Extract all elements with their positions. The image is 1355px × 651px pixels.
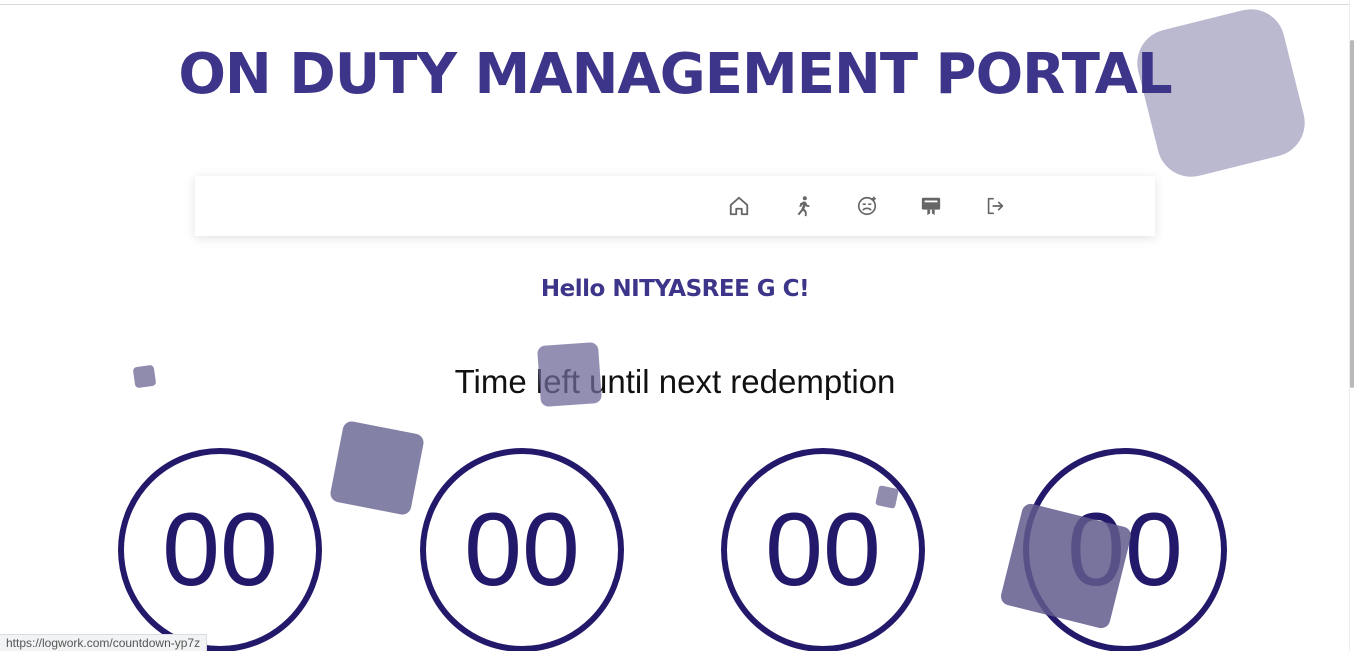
countdown-value: 00 xyxy=(162,492,278,608)
certificate-icon xyxy=(921,197,941,216)
decorative-square xyxy=(132,364,157,389)
nav-logout[interactable] xyxy=(981,192,1009,220)
countdown-days: 00 xyxy=(118,448,322,651)
scrollbar-thumb[interactable] xyxy=(1350,40,1354,388)
status-bar-url: https://logwork.com/countdown-yp7z xyxy=(0,634,208,651)
logout-icon xyxy=(987,197,1004,215)
nav-icons xyxy=(725,192,1009,220)
nav-home[interactable] xyxy=(725,192,753,220)
top-divider xyxy=(0,4,1350,5)
navbar xyxy=(195,176,1155,236)
nav-on-duty[interactable] xyxy=(789,192,817,220)
decorative-square xyxy=(328,419,426,517)
countdown-value: 00 xyxy=(765,492,881,608)
countdown-label: Time left until next redemption xyxy=(454,363,896,400)
home-icon xyxy=(729,196,749,216)
greeting: Hello NITYASREE G C! xyxy=(540,276,810,302)
nav-leave[interactable] xyxy=(853,192,881,220)
nav-certificate[interactable] xyxy=(917,192,945,220)
countdown-hours: 00 xyxy=(420,448,624,651)
page: ON DUTY MANAGEMENT PORTAL Hello NITYASRE… xyxy=(0,0,1355,651)
decorative-square xyxy=(536,341,603,408)
decorative-square xyxy=(875,485,899,509)
running-person-icon xyxy=(797,196,810,217)
countdown-value: 00 xyxy=(464,492,580,608)
countdown-minutes: 00 xyxy=(721,448,925,651)
page-title: ON DUTY MANAGEMENT PORTAL xyxy=(178,42,1172,107)
sick-face-icon xyxy=(857,196,877,216)
